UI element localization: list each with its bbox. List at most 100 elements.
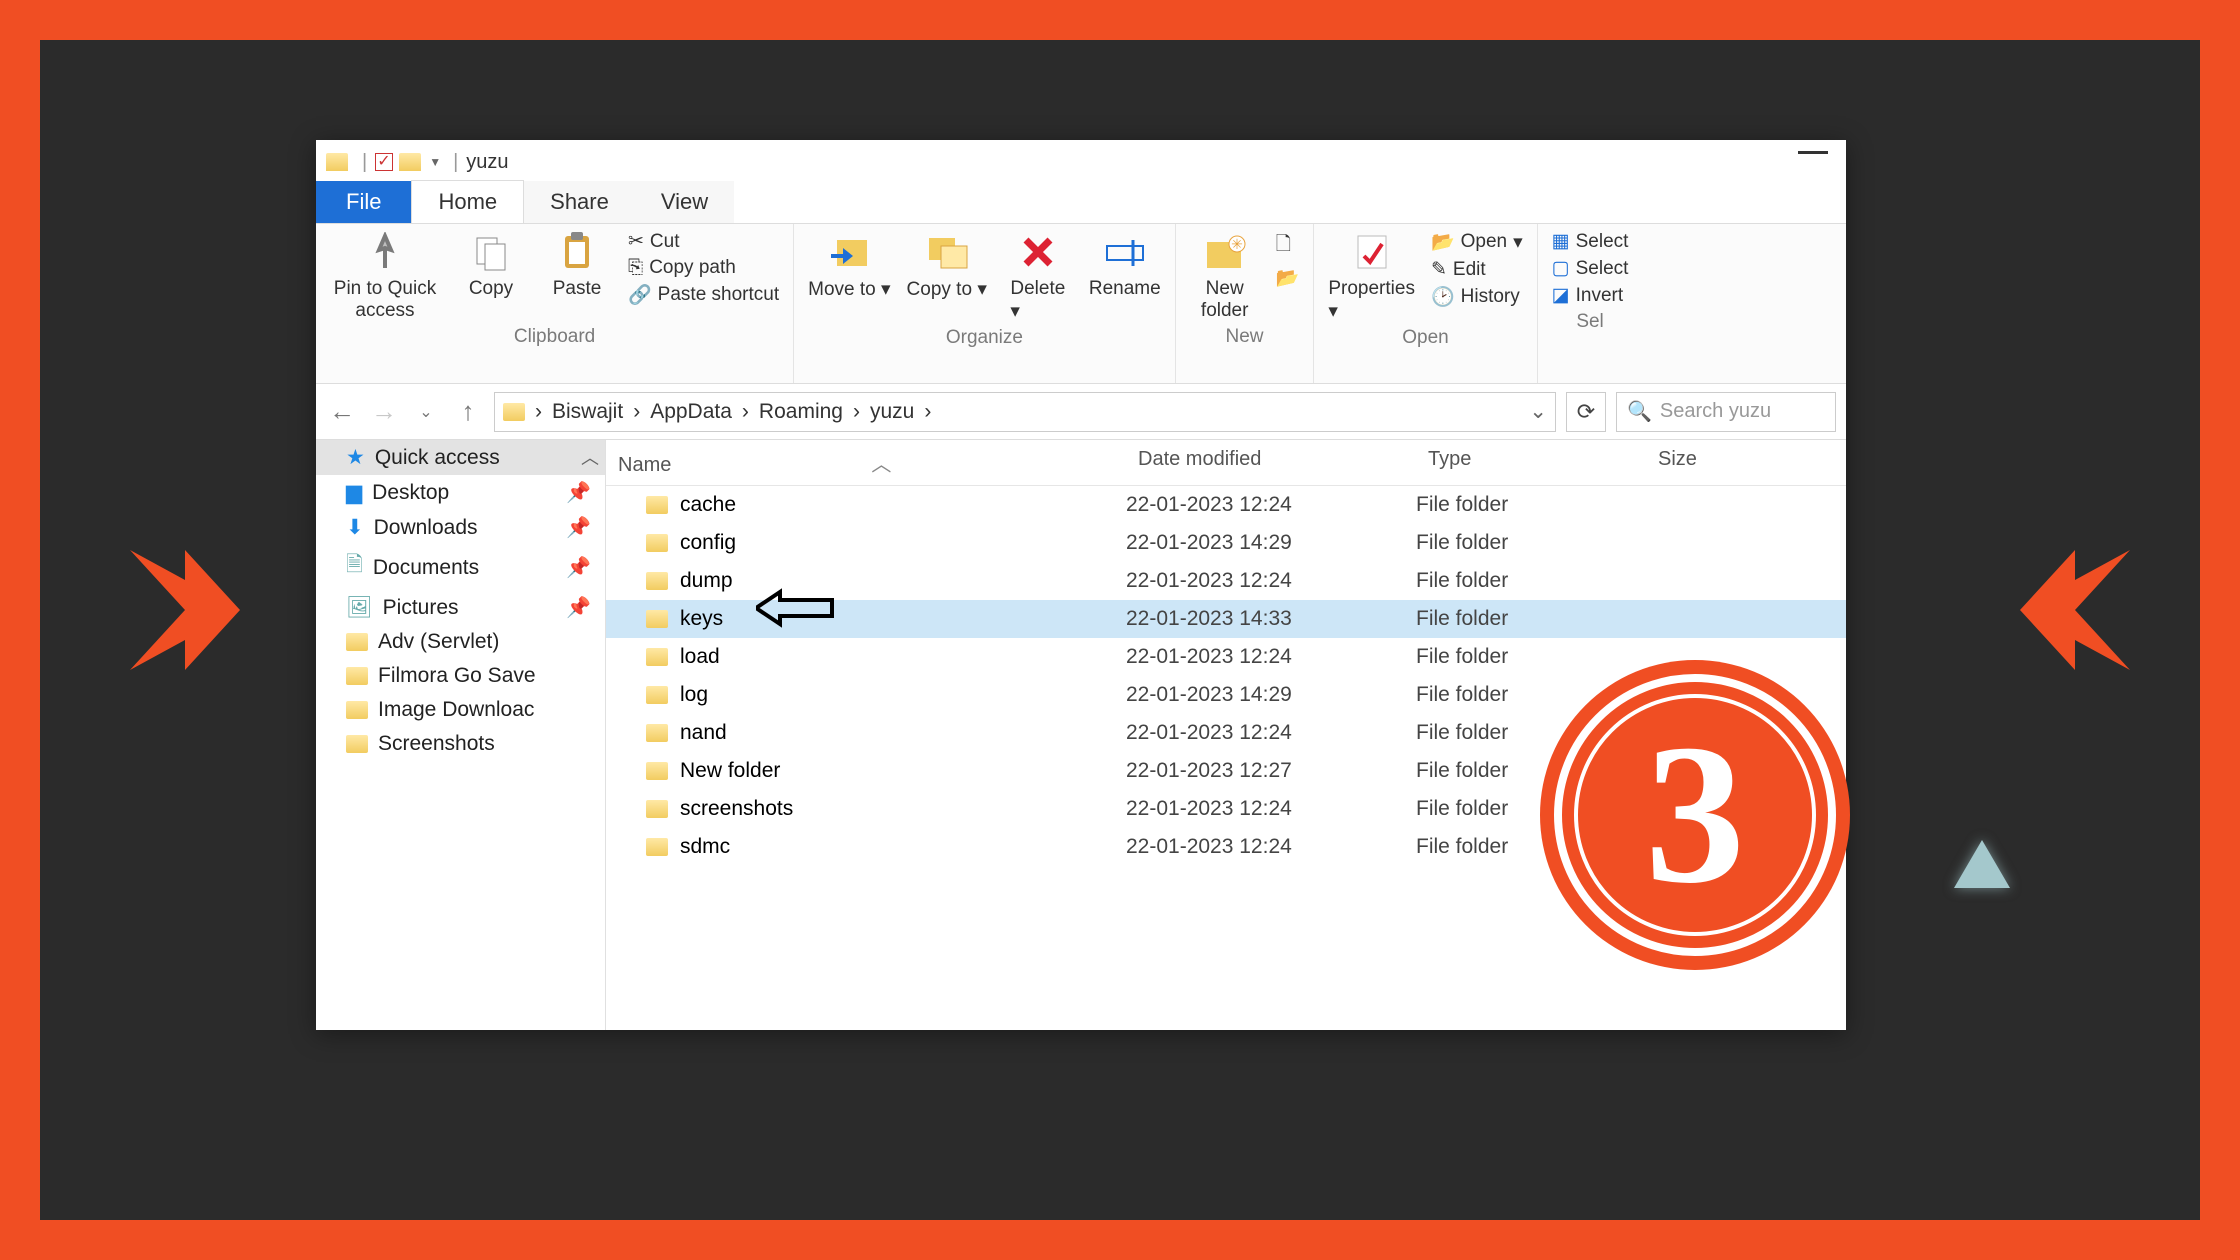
file-row[interactable]: cache22-01-2023 12:24File folder [606, 486, 1846, 524]
label: Select [1576, 231, 1629, 253]
download-icon: ⬇ [346, 515, 364, 540]
file-name: New folder [680, 759, 780, 783]
folder-icon [646, 610, 668, 628]
back-button[interactable]: ← [326, 396, 358, 428]
pin-icon [363, 230, 407, 274]
tab-share[interactable]: Share [524, 181, 635, 223]
new-folder-button[interactable]: ✳ New folder [1190, 230, 1260, 322]
refresh-button[interactable]: ⟳ [1566, 392, 1606, 432]
sidebar-item[interactable]: Adv (Servlet) [316, 625, 605, 659]
move-to-button[interactable]: Move to ▾ [808, 230, 890, 301]
pin-icon: 📌 [566, 595, 591, 620]
folder-icon [346, 735, 368, 753]
delete-icon [1016, 230, 1060, 274]
invert-selection-button[interactable]: ◪ Invert [1552, 284, 1629, 307]
group-label: Clipboard [514, 326, 595, 348]
breadcrumb-item[interactable]: Biswajit [552, 400, 623, 424]
sidebar-pictures[interactable]: 🖼Pictures📌 [316, 590, 605, 625]
sidebar-item[interactable]: Screenshots [316, 727, 605, 761]
ribbon-group-organize: Move to ▾ Copy to ▾ Delete▾ Rename [794, 224, 1176, 383]
rename-icon [1103, 230, 1147, 274]
label: Pictures [383, 596, 459, 620]
rename-button[interactable]: Rename [1089, 230, 1161, 300]
properties-button[interactable]: Properties▾ [1328, 230, 1415, 323]
paste-button[interactable]: Paste [542, 230, 612, 300]
caret: ▾ [1513, 231, 1523, 254]
delete-button[interactable]: Delete▾ [1003, 230, 1073, 323]
copy-button[interactable]: Copy [456, 230, 526, 300]
copyto-icon [925, 230, 969, 274]
label: Invert [1576, 285, 1624, 307]
col-date[interactable]: Date modified [1126, 440, 1416, 485]
file-row[interactable]: config22-01-2023 14:29File folder [606, 524, 1846, 562]
copy-icon [469, 230, 513, 274]
label: Paste [553, 278, 602, 300]
ribbon: Pin to Quick access Copy Paste ✂Cut ⎘Cop… [316, 224, 1846, 384]
sidebar-item[interactable]: Image Downloac [316, 693, 605, 727]
ribbon-group-open: Properties▾ 📂Open ▾ ✎Edit 🕑History Open [1314, 224, 1537, 383]
tab-file[interactable]: File [316, 181, 411, 223]
tab-view[interactable]: View [635, 181, 734, 223]
folder-icon [326, 153, 348, 171]
sidebar-item[interactable]: Filmora Go Save [316, 659, 605, 693]
address-bar[interactable]: › Biswajit › AppData › Roaming › yuzu › … [494, 392, 1556, 432]
col-name[interactable]: Name︿ [606, 440, 1126, 485]
qat-save-icon[interactable] [375, 153, 393, 171]
col-type[interactable]: Type [1416, 440, 1646, 485]
breadcrumb-item[interactable]: AppData [650, 400, 732, 424]
address-dropdown-icon[interactable]: ⌄ [1529, 399, 1547, 424]
folder-icon [399, 153, 421, 171]
ribbon-group-select: ▦Select ▢Select ◪Invert Sel [1538, 224, 1643, 383]
scroll-up-icon[interactable]: ︿ [581, 444, 599, 470]
col-size[interactable]: Size [1646, 440, 1846, 485]
edit-button[interactable]: ✎Edit [1431, 258, 1523, 281]
next-slide-arrow[interactable] [2020, 550, 2130, 670]
copy-to-button[interactable]: Copy to ▾ [907, 230, 987, 301]
chevron-icon: › [633, 400, 640, 424]
path-icon: ⎘ [628, 257, 643, 279]
breadcrumb-item[interactable]: yuzu [870, 400, 914, 424]
breadcrumb-item[interactable]: Roaming [759, 400, 843, 424]
file-date: 22-01-2023 14:29 [1126, 531, 1416, 555]
tab-home[interactable]: Home [411, 180, 524, 223]
ribbon-tabs: File Home Share View [316, 184, 1846, 224]
file-date: 22-01-2023 12:24 [1126, 721, 1416, 745]
sidebar-desktop[interactable]: ▆Desktop📌 [316, 475, 605, 510]
chevron-icon: › [853, 400, 860, 424]
invert-icon: ◪ [1552, 284, 1570, 307]
sidebar-downloads[interactable]: ⬇Downloads📌 [316, 510, 605, 545]
minimize-button[interactable] [1798, 150, 1828, 154]
open-icon: 📂 [1431, 230, 1455, 254]
label: Pin to Quick access [330, 278, 440, 322]
easy-access-button[interactable]: 📂 [1276, 266, 1300, 290]
history-button[interactable]: 🕑History [1431, 285, 1523, 309]
recent-dropdown[interactable]: ⌄ [410, 396, 442, 428]
sidebar-quick-access[interactable]: ★Quick access [316, 440, 605, 475]
prev-slide-arrow[interactable] [130, 550, 240, 670]
sidebar-documents[interactable]: 🗎Documents📌 [316, 545, 605, 590]
step-number: 3 [1645, 715, 1745, 915]
folder-icon [646, 648, 668, 666]
open-button[interactable]: 📂Open ▾ [1431, 230, 1523, 254]
paste-shortcut-button[interactable]: 🔗Paste shortcut [628, 283, 779, 307]
forward-button[interactable]: → [368, 396, 400, 428]
select-none-button[interactable]: ▢Select [1552, 257, 1629, 280]
file-date: 22-01-2023 12:27 [1126, 759, 1416, 783]
select-all-button[interactable]: ▦Select [1552, 230, 1629, 253]
search-icon: 🔍 [1627, 399, 1652, 424]
chevron-icon: › [535, 400, 542, 424]
up-button[interactable]: ↑ [452, 396, 484, 428]
new-item-button[interactable]: 🗋 [1276, 230, 1300, 262]
file-name: log [680, 683, 708, 707]
file-date: 22-01-2023 12:24 [1126, 797, 1416, 821]
label: Select [1576, 258, 1629, 280]
copy-path-button[interactable]: ⎘Copy path [628, 257, 779, 279]
address-bar-row: ← → ⌄ ↑ › Biswajit › AppData › Roaming ›… [316, 384, 1846, 440]
separator: | [453, 151, 458, 174]
qat-dropdown-icon[interactable]: ▼ [429, 155, 441, 169]
folder-icon [646, 800, 668, 818]
pin-to-quick-access-button[interactable]: Pin to Quick access [330, 230, 440, 322]
file-date: 22-01-2023 12:24 [1126, 493, 1416, 517]
cut-button[interactable]: ✂Cut [628, 230, 779, 253]
search-input[interactable]: 🔍 Search yuzu [1616, 392, 1836, 432]
